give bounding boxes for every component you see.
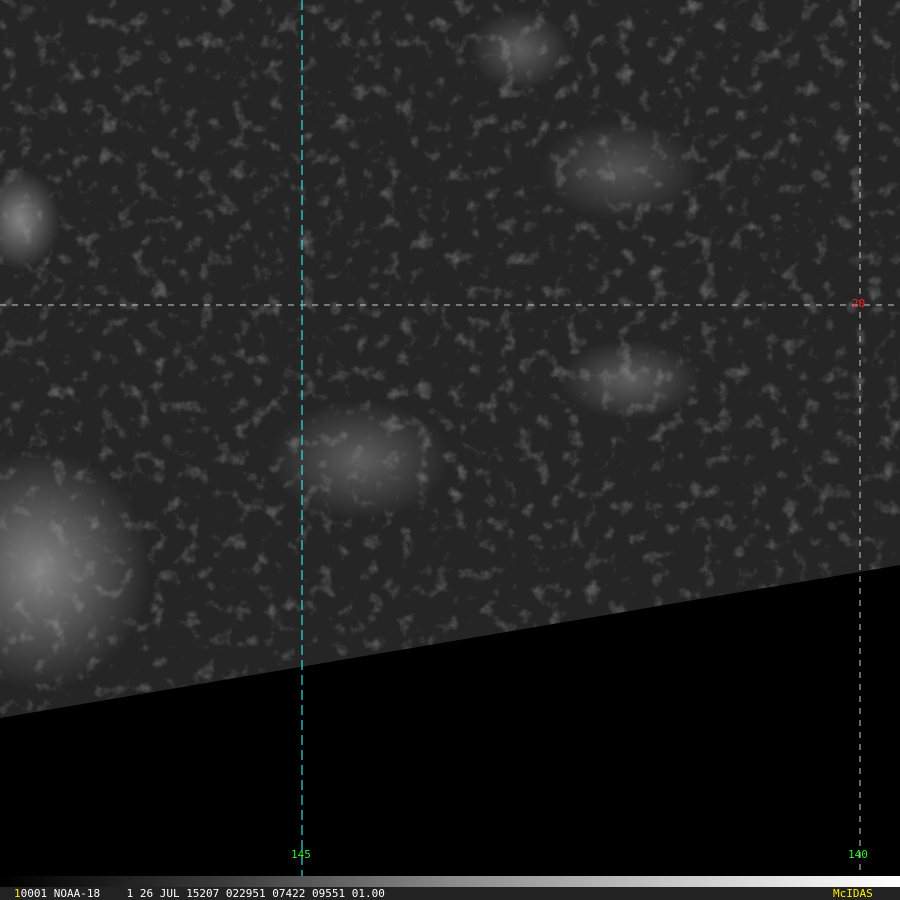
lon-label-145: 145 [291,848,311,861]
grayscale-colorbar [0,876,900,887]
image-info: 0001 NOAA-18 1 26 JUL 15207 022951 07422… [20,887,385,900]
mcidas-brand: McIDAS [833,887,873,900]
lat-label-20: 20 [852,297,866,310]
satellite-image [0,0,900,876]
frame-number: 1 [14,887,21,900]
status-bar: 10001 NOAA-18 1 26 JUL 15207 022951 0742… [0,887,900,900]
lon-label-140: 140 [848,848,868,861]
satellite-viewer: 20 145 140 10001 NOAA-18 1 26 JUL 15207 … [0,0,900,900]
image-swath [0,0,900,718]
